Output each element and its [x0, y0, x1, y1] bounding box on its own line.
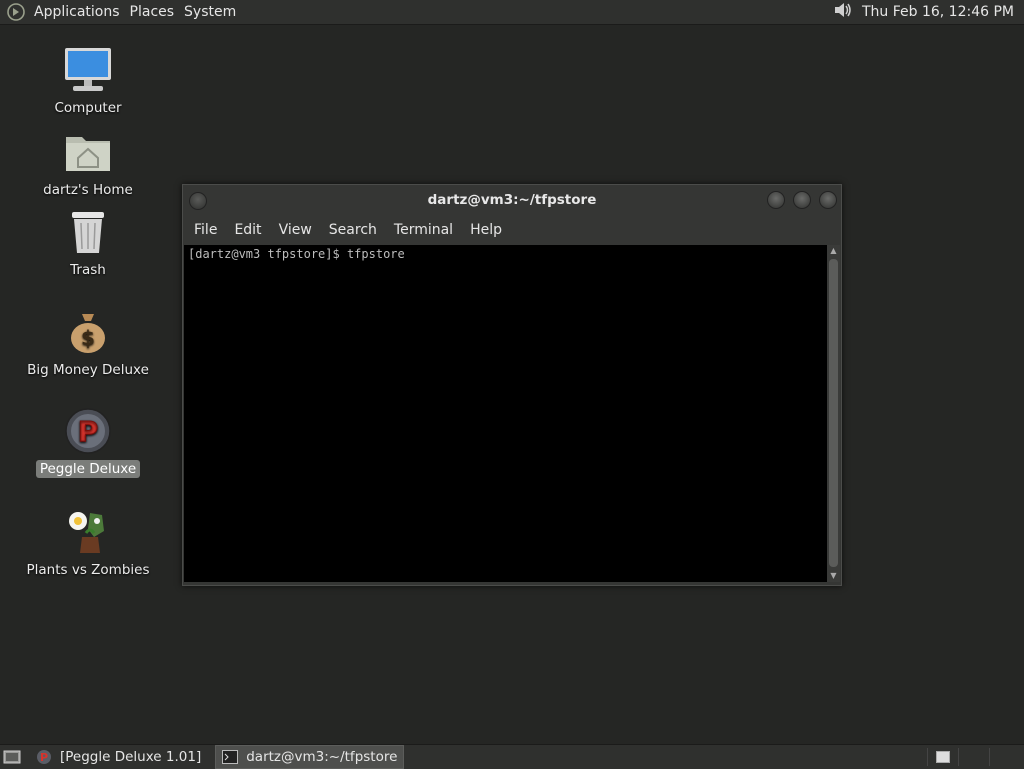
workspace-2[interactable] [958, 748, 989, 766]
clock[interactable]: Thu Feb 16, 12:46 PM [862, 4, 1014, 20]
minimize-icon[interactable] [767, 191, 785, 209]
taskbar-item-label: dartz@vm3:~/tfpstore [246, 749, 398, 765]
show-desktop-icon[interactable] [2, 748, 22, 766]
workspace-1[interactable] [927, 748, 958, 766]
money-bag-icon: $ [62, 306, 114, 358]
applications-menu[interactable]: Applications [32, 4, 128, 20]
speaker-icon[interactable] [832, 0, 854, 24]
svg-text:P: P [40, 751, 48, 764]
taskbar-item-terminal[interactable]: dartz@vm3:~/tfpstore [215, 745, 405, 769]
menu-search[interactable]: Search [320, 222, 385, 238]
terminal-menubar: File Edit View Search Terminal Help [183, 215, 841, 245]
terminal-output[interactable]: [dartz@vm3 tfpstore]$ tfpstore [184, 245, 827, 582]
peggle-icon: P [62, 405, 114, 457]
terminal-prompt-line: [dartz@vm3 tfpstore]$ tfpstore [188, 247, 405, 261]
desktop-icon-home[interactable]: dartz's Home [23, 126, 153, 199]
top-panel: Applications Places System Thu Feb 16, 1… [0, 0, 1024, 25]
scrollbar-thumb[interactable] [829, 259, 838, 567]
desktop-icon-label: Computer [54, 100, 122, 116]
distro-logo-icon[interactable] [6, 2, 26, 22]
computer-icon [62, 44, 114, 96]
peggle-icon: P [36, 749, 52, 765]
menu-terminal[interactable]: Terminal [385, 222, 461, 238]
desktop-icon-label: Trash [70, 262, 106, 278]
places-menu[interactable]: Places [128, 4, 183, 20]
terminal-scrollbar[interactable]: ▲ ▼ [827, 245, 840, 582]
home-folder-icon [62, 126, 114, 178]
desktop-icon-trash[interactable]: Trash [23, 206, 153, 279]
window-menu-icon[interactable] [189, 192, 207, 210]
menu-view[interactable]: View [270, 222, 320, 238]
workspace-switcher[interactable] [927, 748, 1020, 766]
desktop-icon-label: dartz's Home [43, 182, 133, 198]
taskbar-item-peggle[interactable]: P [Peggle Deluxe 1.01] [30, 746, 207, 768]
scroll-up-icon[interactable]: ▲ [827, 245, 840, 257]
desktop-icon-big-money[interactable]: $ Big Money Deluxe [23, 306, 153, 379]
svg-text:$: $ [81, 326, 95, 350]
menu-file[interactable]: File [185, 222, 225, 238]
terminal-icon [222, 749, 239, 765]
taskbar-item-label: [Peggle Deluxe 1.01] [60, 749, 202, 765]
menu-edit[interactable]: Edit [225, 222, 269, 238]
terminal-window[interactable]: dartz@vm3:~/tfpstore File Edit View Sear… [182, 184, 842, 586]
desktop-icon-plants-vs-zombies[interactable]: Plants vs Zombies [23, 506, 153, 579]
system-menu[interactable]: System [182, 4, 244, 20]
svg-text:P: P [78, 415, 99, 448]
menu-help[interactable]: Help [461, 222, 510, 238]
trash-icon [62, 206, 114, 258]
terminal-titlebar[interactable]: dartz@vm3:~/tfpstore [183, 185, 841, 215]
desktop-icon-label: Big Money Deluxe [27, 362, 149, 378]
desktop-icon-computer[interactable]: Computer [23, 44, 153, 117]
workspace-3[interactable] [989, 748, 1020, 766]
maximize-icon[interactable] [793, 191, 811, 209]
desktop-icon-label: Peggle Deluxe [35, 460, 141, 478]
bottom-panel: P [Peggle Deluxe 1.01] dartz@vm3:~/tfpst… [0, 744, 1024, 769]
scroll-down-icon[interactable]: ▼ [827, 570, 840, 582]
desktop-icon-peggle[interactable]: P Peggle Deluxe [23, 405, 153, 478]
plants-vs-zombies-icon [62, 506, 114, 558]
close-icon[interactable] [819, 191, 837, 209]
desktop-icon-label: Plants vs Zombies [26, 562, 150, 578]
window-title: dartz@vm3:~/tfpstore [427, 192, 597, 208]
